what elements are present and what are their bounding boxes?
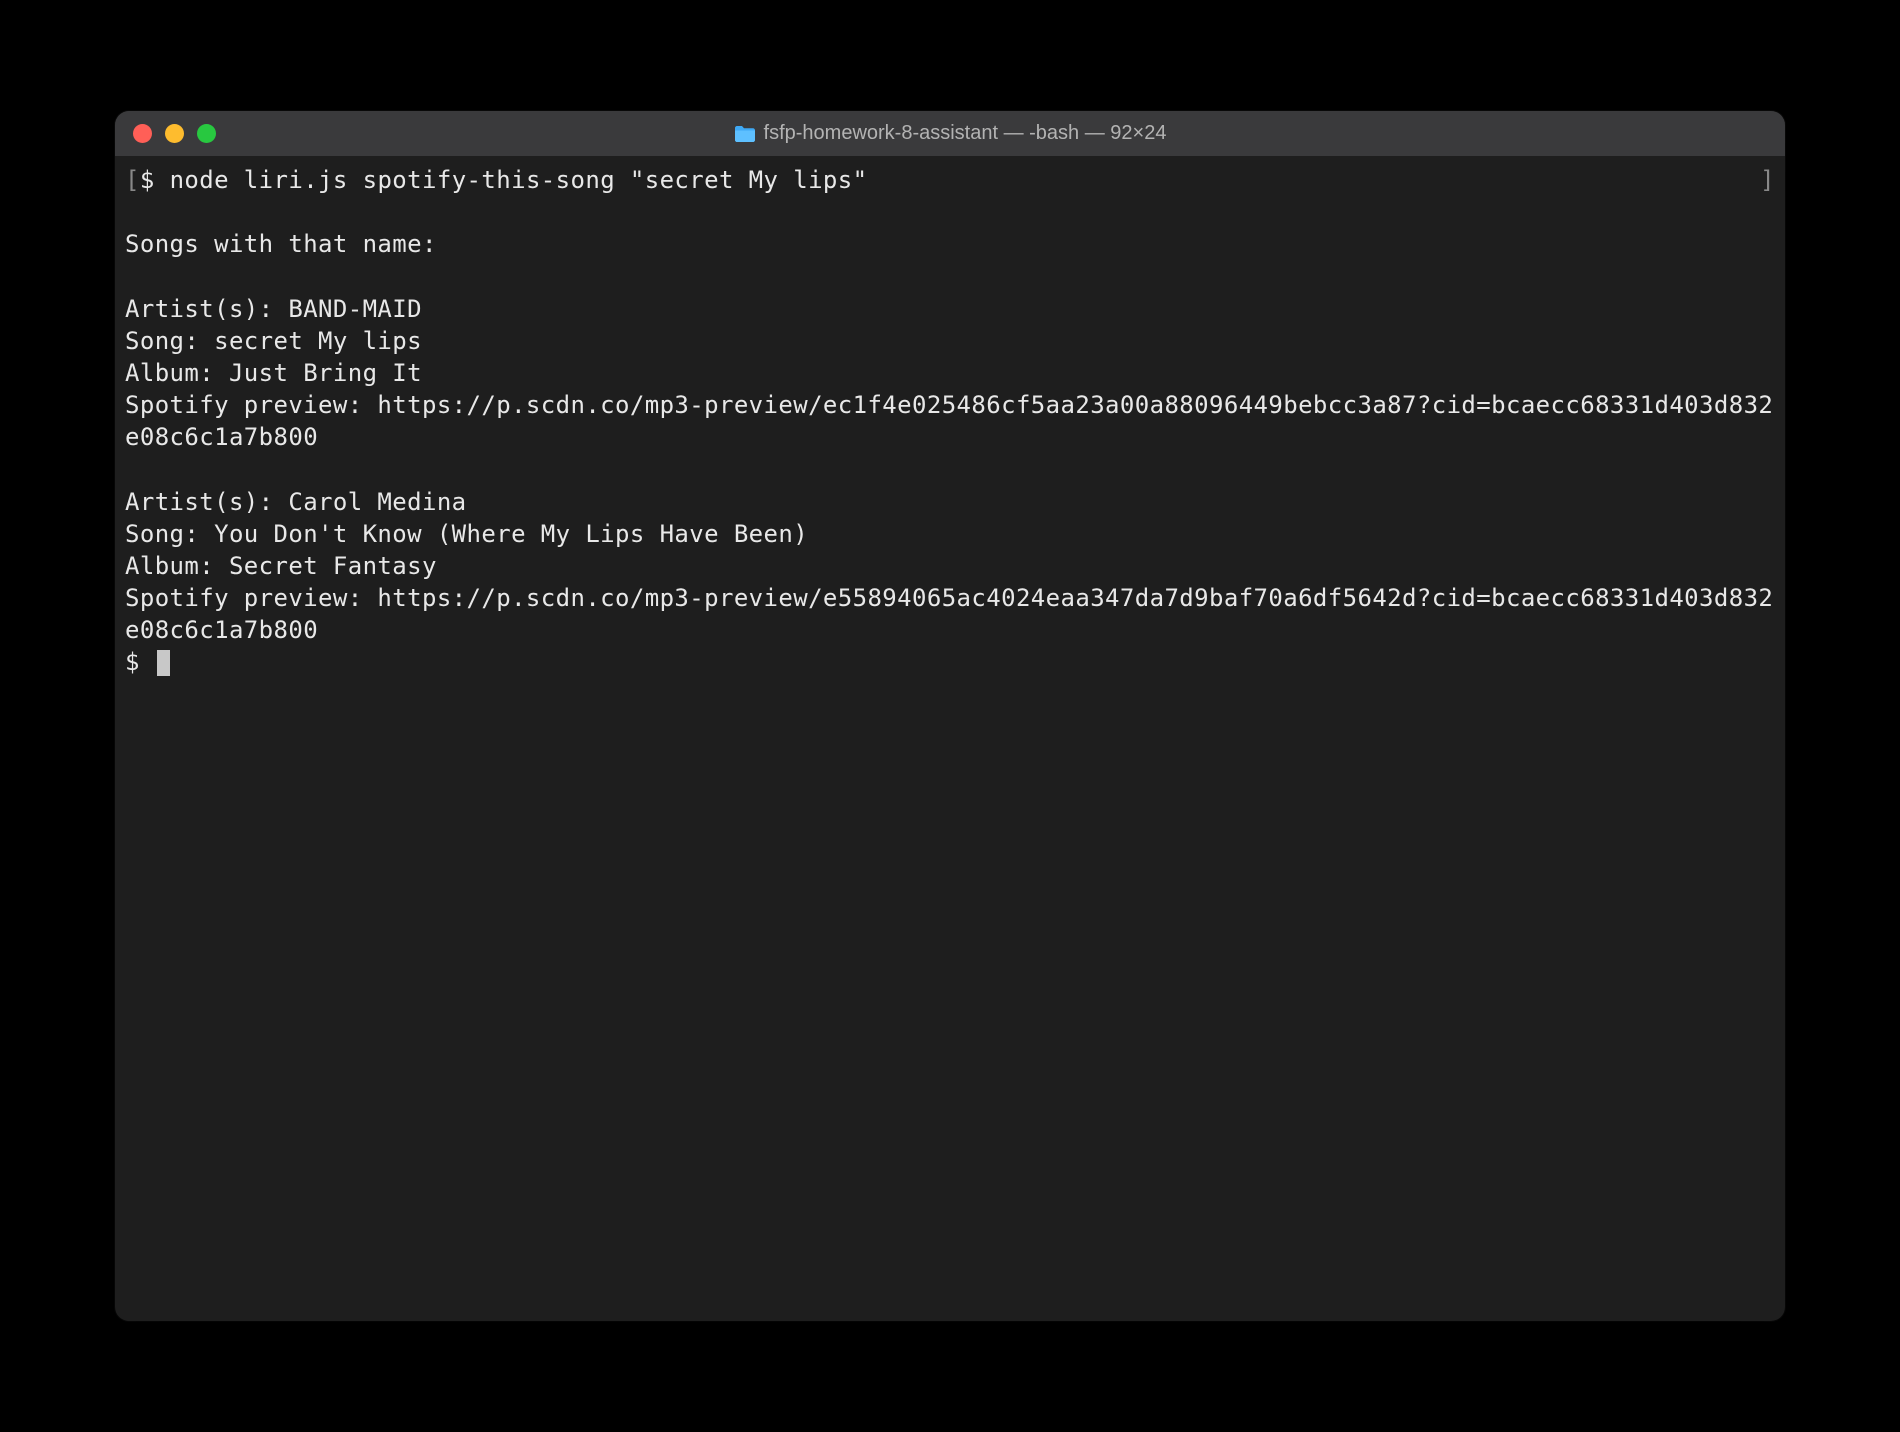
terminal-window: fsfp-homework-8-assistant — -bash — 92×2… [115, 111, 1785, 1321]
traffic-lights [115, 124, 216, 143]
bracket-open: [ [125, 166, 140, 194]
output-song: Song: You Don't Know (Where My Lips Have… [125, 520, 808, 548]
bracket-close: ] [1760, 164, 1775, 196]
prompt-symbol: $ [140, 166, 170, 194]
output-album: Album: Just Bring It [125, 359, 422, 387]
output-heading: Songs with that name: [125, 230, 437, 258]
maximize-icon[interactable] [197, 124, 216, 143]
terminal-output[interactable]: [$ node liri.js spotify-this-song "secre… [115, 156, 1785, 1321]
output-album: Album: Secret Fantasy [125, 552, 437, 580]
output-song: Song: secret My lips [125, 327, 422, 355]
command-text: node liri.js spotify-this-song "secret M… [170, 166, 868, 194]
window-titlebar[interactable]: fsfp-homework-8-assistant — -bash — 92×2… [115, 111, 1785, 156]
folder-icon [734, 125, 756, 143]
close-icon[interactable] [133, 124, 152, 143]
cursor-icon [157, 650, 170, 676]
window-title: fsfp-homework-8-assistant — -bash — 92×2… [764, 122, 1167, 145]
output-preview: Spotify preview: https://p.scdn.co/mp3-p… [125, 391, 1773, 451]
minimize-icon[interactable] [165, 124, 184, 143]
window-title-wrap: fsfp-homework-8-assistant — -bash — 92×2… [115, 122, 1785, 145]
output-preview: Spotify preview: https://p.scdn.co/mp3-p… [125, 584, 1773, 644]
prompt-symbol: $ [125, 648, 155, 676]
output-artist: Artist(s): BAND-MAID [125, 295, 422, 323]
output-artist: Artist(s): Carol Medina [125, 488, 467, 516]
